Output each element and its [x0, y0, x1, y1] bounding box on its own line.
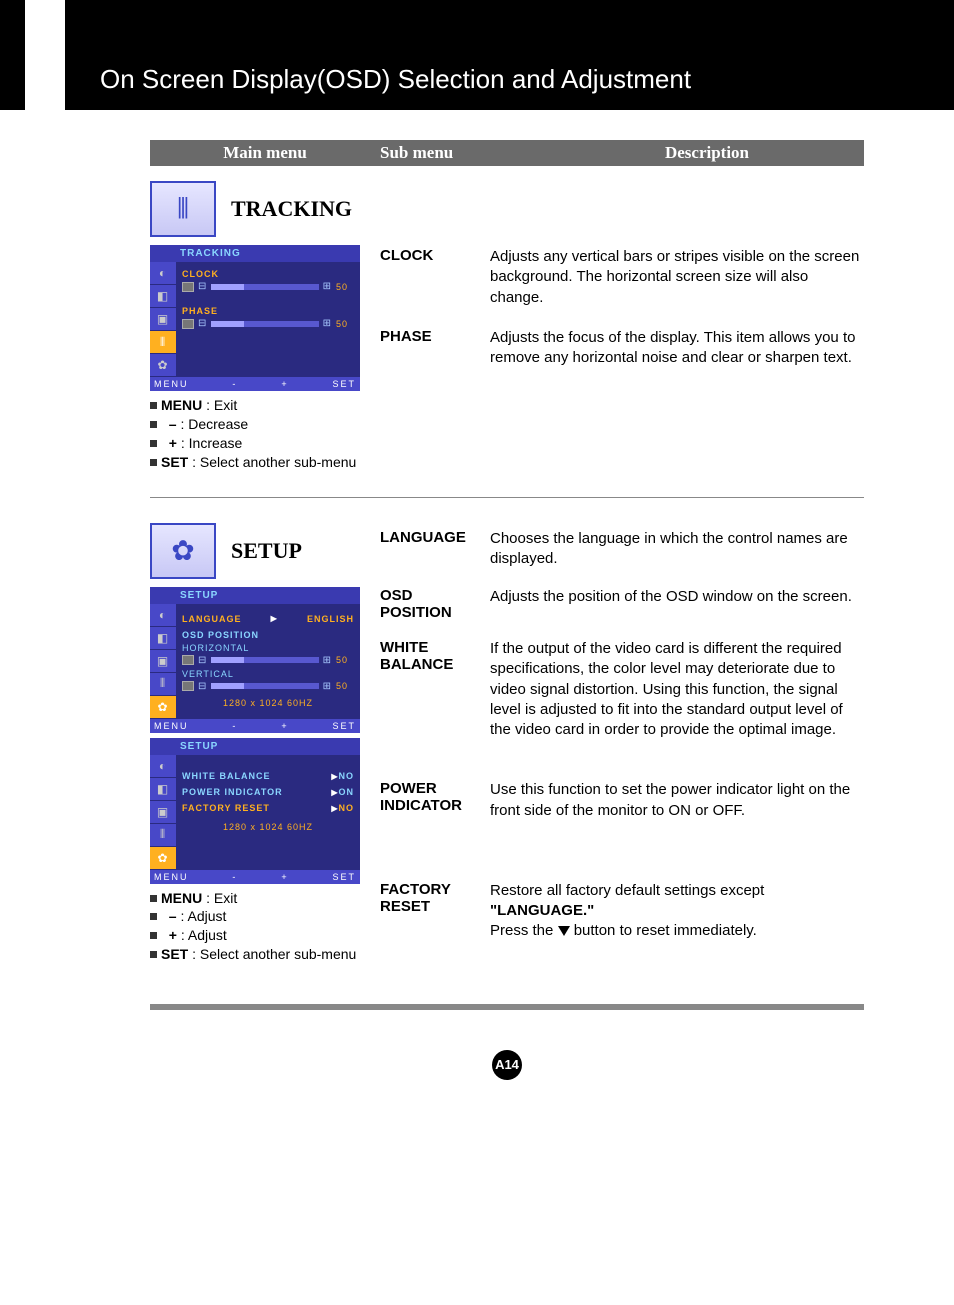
slider-icon	[182, 655, 194, 665]
col-sub: Sub menu	[380, 143, 550, 163]
wb-label: WHITE BALANCE	[182, 771, 271, 781]
divider	[150, 497, 864, 498]
header-bar: On Screen Display(OSD) Selection and Adj…	[0, 0, 954, 110]
setup-section: ✿ SETUP SETUP ◐ ◧ ▣ ⦀ ✿ LANGUAGE	[150, 523, 864, 965]
osd-tab-icon: ◧	[150, 778, 176, 801]
horiz-value: 50	[336, 655, 354, 665]
setup-hints: MENU : Exit – : Adjust + : Adjust SET : …	[150, 889, 380, 965]
setup-title: SETUP	[231, 538, 302, 564]
slider-icon	[182, 282, 194, 292]
osd-tab-icon: ✿	[150, 696, 176, 719]
pi-label: POWER INDICATOR	[182, 787, 283, 797]
clock-desc: Adjusts any vertical bars or stripes vis…	[490, 247, 864, 308]
slider-icon	[182, 319, 194, 329]
fr-desc: Restore all factory default settings exc…	[490, 881, 864, 942]
pi-desc: Use this function to set the power indic…	[490, 780, 864, 821]
osd-clock-label: CLOCK	[182, 269, 354, 279]
osd-tab-icon: ✿	[150, 354, 176, 377]
osd-header: SETUP	[150, 738, 360, 755]
tracking-title: TRACKING	[231, 196, 352, 222]
page-number: A14	[492, 1050, 522, 1080]
osd-header: SETUP	[150, 587, 360, 604]
minus-icon: ⊟	[198, 681, 207, 692]
osdpos-label: OSDPOSITION	[380, 587, 490, 621]
fr-label: FACTORYRESET	[380, 881, 490, 942]
slider-icon	[182, 681, 194, 691]
resolution: 1280 x 1024 60HZ	[182, 819, 354, 835]
osd-phase-value: 50	[336, 319, 354, 329]
fr-label: FACTORY RESET	[182, 803, 270, 813]
osd-tab-icon: ▣	[150, 308, 176, 331]
osd-tab-icon: ◐	[150, 262, 176, 285]
clock-label: CLOCK	[380, 247, 490, 308]
language-label: LANGUAGE	[380, 529, 490, 570]
minus-icon: ⊟	[198, 318, 207, 329]
osd-tab-icon: ◐	[150, 604, 176, 627]
osd-clock-value: 50	[336, 282, 354, 292]
minus-icon: ⊟	[198, 655, 207, 666]
wb-desc: If the output of the video card is diffe…	[490, 639, 864, 740]
osd-footer-set: SET	[332, 379, 356, 389]
plus-icon: ⊞	[323, 655, 332, 666]
osd-phase-label: PHASE	[182, 306, 354, 316]
tracking-section: ⦀ TRACKING TRACKING ◐ ◧ ▣ ⦀ ✿ CLOCK	[150, 181, 864, 472]
setup-icon: ✿	[150, 523, 216, 579]
osd-tab-icon: ⦀	[150, 824, 176, 847]
osd-tab-icon: ⦀	[150, 331, 176, 354]
tracking-osd-panel: TRACKING ◐ ◧ ▣ ⦀ ✿ CLOCK	[150, 245, 360, 391]
col-desc: Description	[550, 143, 864, 163]
osd-header: TRACKING	[150, 245, 360, 262]
tracking-hints: MENU : Exit – : Decrease + : Increase SE…	[150, 396, 380, 472]
bottom-bar	[150, 1004, 864, 1010]
vert-value: 50	[336, 681, 354, 691]
pi-value: ON	[339, 787, 355, 797]
tracking-icon: ⦀	[150, 181, 216, 237]
phase-label: PHASE	[380, 328, 490, 369]
language-desc: Chooses the language in which the contro…	[490, 529, 864, 570]
osd-footer-plus: +	[281, 379, 288, 389]
plus-icon: ⊞	[323, 681, 332, 692]
plus-icon: ⊞	[323, 318, 332, 329]
column-header-row: Main menu Sub menu Description	[150, 140, 864, 166]
vert-label: VERTICAL	[182, 669, 354, 679]
phase-desc: Adjusts the focus of the display. This i…	[490, 328, 864, 369]
minus-icon: ⊟	[198, 281, 207, 292]
osd-tab-icon: ✿	[150, 847, 176, 870]
plus-icon: ⊞	[323, 281, 332, 292]
osd-tab-icon: ⦀	[150, 673, 176, 696]
setup-osd-panel-2: SETUP ◐ ◧ ▣ ⦀ ✿ WHITE BALANCE▶NO POWER I…	[150, 738, 360, 884]
wb-value: NO	[339, 771, 355, 781]
down-triangle-icon	[558, 926, 570, 936]
page-title: On Screen Display(OSD) Selection and Adj…	[100, 64, 691, 95]
osd-tab-icon: ◧	[150, 627, 176, 650]
wb-label: WHITEBALANCE	[380, 639, 490, 740]
osd-tab-icon: ◐	[150, 755, 176, 778]
lang-value: ENGLISH	[307, 614, 354, 624]
osd-tab-icon: ◧	[150, 285, 176, 308]
content: Main menu Sub menu Description ⦀ TRACKIN…	[0, 110, 954, 1110]
osd-footer-menu: MENU	[154, 379, 189, 389]
lang-label: LANGUAGE	[182, 614, 242, 624]
osdpos-desc: Adjusts the position of the OSD window o…	[490, 587, 864, 621]
osd-tab-icon: ▣	[150, 650, 176, 673]
resolution: 1280 x 1024 60HZ	[182, 695, 354, 711]
osdpos-label: OSD POSITION	[182, 630, 354, 640]
osd-tab-icon: ▣	[150, 801, 176, 824]
arrow-icon: ▶	[271, 614, 278, 624]
col-main: Main menu	[150, 143, 380, 163]
fr-value: NO	[339, 803, 355, 813]
horiz-label: HORIZONTAL	[182, 643, 354, 653]
osd-footer-minus: -	[232, 379, 237, 389]
side-strip	[25, 0, 65, 110]
pi-label: POWERINDICATOR	[380, 780, 490, 821]
setup-osd-panel-1: SETUP ◐ ◧ ▣ ⦀ ✿ LANGUAGE ▶ ENGLISH	[150, 587, 360, 733]
